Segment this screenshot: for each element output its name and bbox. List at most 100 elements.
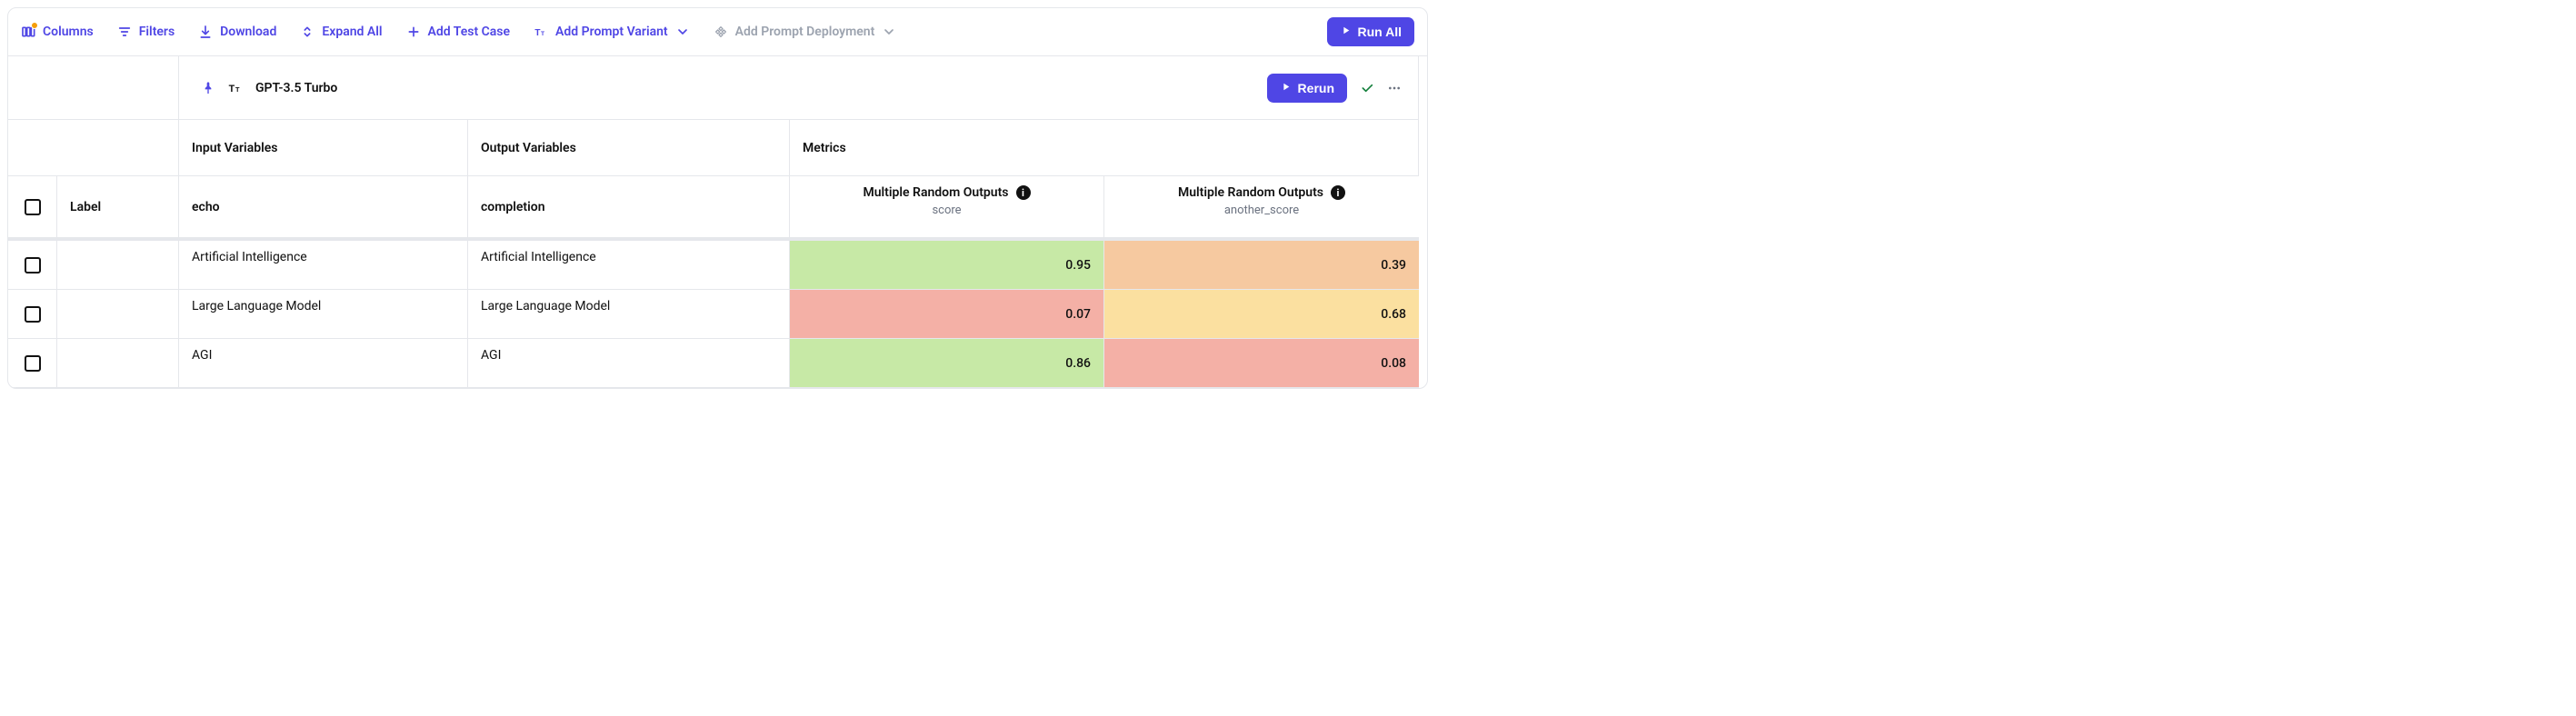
section-blank-2 [57, 120, 179, 176]
section-input: Input Variables [179, 120, 468, 176]
row-another-score-value: 0.68 [1381, 307, 1406, 322]
play-icon [1340, 25, 1352, 39]
row-select-cell [8, 290, 57, 339]
row-score-value: 0.86 [1065, 356, 1091, 371]
row-another-score-cell[interactable]: 0.39 [1104, 241, 1419, 290]
toolbar: Columns Filters Download Expand All Add … [8, 8, 1427, 56]
metric1-title: Multiple Random Outputs [863, 185, 1008, 200]
label-header-text: Label [70, 200, 101, 214]
metric2-header: Multiple Random Outputs i another_score [1104, 176, 1419, 238]
data-grid: TT GPT-3.5 Turbo Rerun [8, 56, 1427, 388]
row-completion-cell[interactable]: Artificial Intelligence [468, 241, 790, 290]
run-all-button[interactable]: Run All [1327, 17, 1414, 46]
select-all-checkbox[interactable] [25, 199, 41, 215]
variant-blank-1 [8, 56, 57, 120]
row-label-cell[interactable] [57, 339, 179, 388]
row-score-cell[interactable]: 0.07 [790, 290, 1104, 339]
info-icon[interactable]: i [1331, 185, 1345, 200]
label-header: Label [57, 176, 179, 238]
row-completion-text: AGI [481, 348, 501, 363]
echo-header: echo [179, 176, 468, 238]
section-input-label: Input Variables [192, 141, 277, 155]
columns-label: Columns [43, 25, 94, 39]
more-menu-icon[interactable] [1387, 81, 1402, 95]
add-test-case-button[interactable]: Add Test Case [406, 25, 511, 39]
row-label-cell[interactable] [57, 290, 179, 339]
expand-all-button[interactable]: Expand All [300, 25, 382, 39]
row-another-score-cell[interactable]: 0.68 [1104, 290, 1419, 339]
metric2-title: Multiple Random Outputs [1178, 185, 1323, 200]
row-another-score-value: 0.08 [1381, 356, 1406, 371]
row-select-cell [8, 241, 57, 290]
svg-text:T: T [541, 31, 544, 37]
row-score-value: 0.95 [1065, 258, 1091, 273]
download-label: Download [220, 25, 276, 39]
row-another-score-cell[interactable]: 0.08 [1104, 339, 1419, 388]
add-prompt-deployment-button[interactable]: Add Prompt Deployment [714, 25, 897, 39]
row-checkbox[interactable] [25, 257, 41, 273]
row-score-value: 0.07 [1065, 307, 1091, 322]
row-select-cell [8, 339, 57, 388]
row-echo-text: Artificial Intelligence [192, 250, 307, 264]
row-completion-cell[interactable]: Large Language Model [468, 290, 790, 339]
completion-header-text: completion [481, 200, 545, 214]
row-another-score-value: 0.39 [1381, 258, 1406, 273]
row-echo-cell[interactable]: Large Language Model [179, 290, 468, 339]
row-completion-cell[interactable]: AGI [468, 339, 790, 388]
chevron-down-icon [675, 25, 690, 39]
metric2-sub: another_score [1224, 204, 1299, 217]
filters-label: Filters [139, 25, 175, 39]
section-blank-1 [8, 120, 57, 176]
add-prompt-variant-button[interactable]: TT Add Prompt Variant [534, 25, 690, 39]
download-button[interactable]: Download [198, 25, 276, 39]
expand-all-label: Expand All [322, 25, 382, 39]
echo-header-text: echo [192, 200, 220, 214]
section-metrics: Metrics [790, 120, 1419, 176]
row-checkbox[interactable] [25, 306, 41, 323]
row-completion-text: Artificial Intelligence [481, 250, 596, 264]
rerun-label: Rerun [1298, 81, 1334, 95]
row-checkbox[interactable] [25, 355, 41, 372]
section-metrics-label: Metrics [803, 141, 846, 155]
columns-button[interactable]: Columns [21, 25, 94, 39]
expand-icon [300, 25, 315, 39]
filter-icon [117, 25, 132, 39]
columns-icon [21, 25, 35, 39]
section-output-label: Output Variables [481, 141, 576, 155]
select-all-cell [8, 176, 57, 238]
completion-header: completion [468, 176, 790, 238]
row-echo-text: AGI [192, 348, 212, 363]
row-echo-cell[interactable]: AGI [179, 339, 468, 388]
filters-button[interactable]: Filters [117, 25, 175, 39]
pin-icon[interactable] [201, 81, 215, 95]
row-score-cell[interactable]: 0.95 [790, 241, 1104, 290]
svg-text:T: T [229, 84, 235, 94]
text-variant-icon: TT [228, 81, 243, 95]
evaluation-table: Columns Filters Download Expand All Add … [7, 7, 1428, 389]
info-icon[interactable]: i [1016, 185, 1031, 200]
chevron-down-icon [882, 25, 896, 39]
svg-text:T: T [235, 85, 240, 94]
add-prompt-variant-label: Add Prompt Variant [555, 25, 668, 39]
check-icon [1360, 81, 1374, 95]
play-icon [1280, 81, 1292, 95]
variant-name: GPT-3.5 Turbo [255, 81, 337, 95]
svg-text:T: T [534, 28, 540, 38]
plus-icon [406, 25, 421, 39]
metric1-sub: score [932, 204, 961, 217]
section-output: Output Variables [468, 120, 790, 176]
row-echo-text: Large Language Model [192, 299, 321, 313]
rerun-button[interactable]: Rerun [1267, 74, 1347, 103]
row-completion-text: Large Language Model [481, 299, 610, 313]
row-score-cell[interactable]: 0.86 [790, 339, 1104, 388]
run-all-label: Run All [1358, 25, 1402, 39]
text-icon: TT [534, 25, 548, 39]
add-test-case-label: Add Test Case [428, 25, 511, 39]
row-label-cell[interactable] [57, 241, 179, 290]
variant-header: TT GPT-3.5 Turbo Rerun [179, 56, 1419, 120]
add-prompt-deployment-label: Add Prompt Deployment [735, 25, 875, 39]
notification-dot [31, 22, 38, 29]
variant-blank-2 [57, 56, 179, 120]
row-echo-cell[interactable]: Artificial Intelligence [179, 241, 468, 290]
deploy-icon [714, 25, 728, 39]
